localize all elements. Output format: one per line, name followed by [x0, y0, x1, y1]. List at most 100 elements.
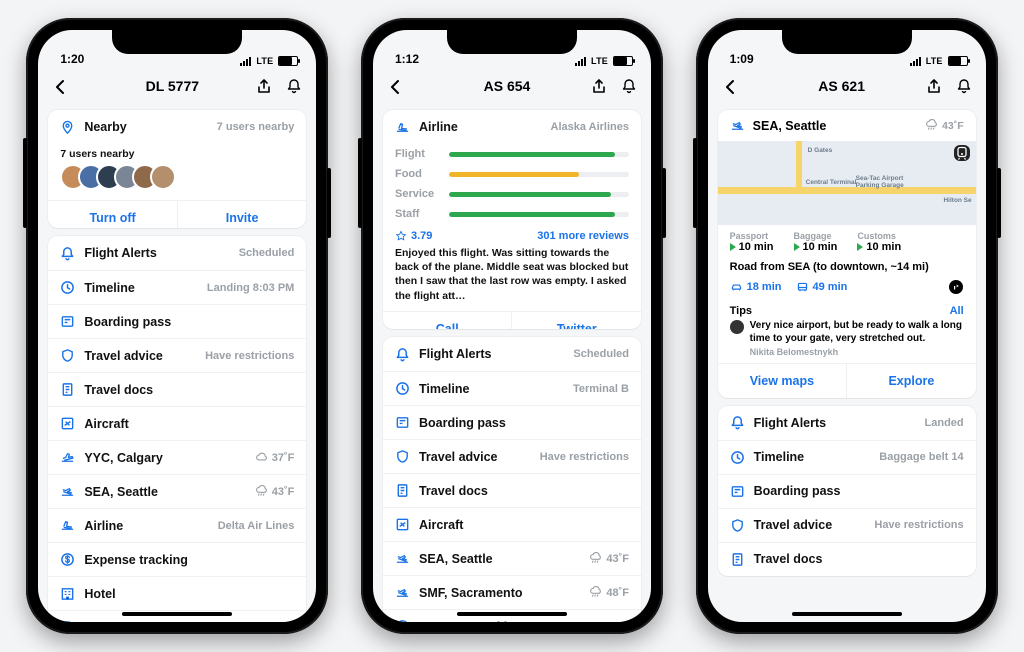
rating-bar	[449, 212, 629, 217]
transit-time[interactable]: 49 min	[796, 279, 848, 295]
list-item[interactable]: Travel docs	[383, 473, 641, 507]
list-item-label: Travel docs	[754, 552, 823, 566]
list-item[interactable]: Travel advice Have restrictions	[718, 508, 976, 542]
list-item-value: Scheduled	[239, 247, 295, 259]
notifications-icon[interactable]	[956, 78, 972, 94]
list-item[interactable]: Boarding pass	[383, 405, 641, 439]
nav-bar: AS 654	[373, 68, 651, 104]
notch	[447, 30, 577, 54]
list-item-value: Baggage belt 14	[879, 451, 963, 463]
notifications-icon[interactable]	[621, 78, 637, 94]
clock-time: 1:20	[60, 52, 84, 66]
airline-icon	[60, 518, 75, 533]
dollar-icon	[60, 552, 75, 567]
list-item[interactable]: Travel docs	[48, 372, 306, 406]
wait-step: Passport 10 min	[730, 231, 774, 253]
list-item[interactable]: Aircraft	[48, 406, 306, 440]
arrive-icon	[60, 484, 75, 499]
list-item[interactable]: Travel docs	[718, 542, 976, 576]
airline-label: Airline	[419, 120, 458, 134]
battery-icon	[613, 56, 633, 66]
list-item[interactable]: YYC, Calgary 37˚F	[48, 440, 306, 474]
bell-icon	[395, 347, 410, 362]
battery-icon	[278, 56, 298, 66]
bell-icon	[730, 415, 745, 430]
share-icon[interactable]	[256, 78, 272, 94]
list-item[interactable]: Boarding pass	[48, 304, 306, 338]
home-indicator[interactable]	[122, 612, 232, 616]
notifications-icon[interactable]	[286, 78, 302, 94]
wait-step: Customs 10 min	[857, 231, 901, 253]
back-icon[interactable]	[722, 78, 738, 94]
list-item-label: Flight Alerts	[754, 416, 826, 430]
rating-score: 3.79	[395, 230, 432, 242]
list-item-value: Scheduled	[573, 348, 629, 360]
airport-map[interactable]: D Gates Central Terminal Sea-Tac Airport…	[718, 141, 976, 225]
content-scroll[interactable]: Airline Alaska Airlines Flight Food Serv…	[373, 104, 651, 622]
view-maps-button[interactable]: View maps	[718, 364, 847, 398]
airline-name: Alaska Airlines	[551, 121, 629, 133]
list-item[interactable]: SEA, Seattle 43˚F	[48, 474, 306, 508]
hotel-icon	[60, 586, 75, 601]
list-item-label: Travel docs	[419, 484, 488, 498]
tips-all-link[interactable]: All	[950, 305, 964, 317]
call-button[interactable]: Call	[383, 312, 512, 330]
nearby-label: Nearby	[84, 120, 126, 134]
nearby-avatars[interactable]	[48, 160, 306, 200]
list-item[interactable]: Aircraft	[383, 507, 641, 541]
rain-icon	[255, 485, 268, 498]
list-item-label: Timeline	[419, 382, 469, 396]
drive-time[interactable]: 18 min	[730, 279, 782, 295]
rating-row: Staff	[383, 204, 641, 224]
list-item-label: Baggage	[84, 621, 137, 622]
content-scroll[interactable]: Nearby 7 users nearby 7 users nearby Tur…	[38, 104, 316, 622]
list-item-label: Boarding pass	[754, 484, 841, 498]
list-item[interactable]: SEA, Seattle 43˚F	[383, 541, 641, 575]
list-item[interactable]: SMF, Sacramento 48˚F	[383, 575, 641, 609]
list-item-value: 43˚F	[255, 485, 295, 498]
rating-bar	[449, 192, 629, 197]
airline-card: Airline Alaska Airlines Flight Food Serv…	[383, 110, 641, 329]
shield-icon	[395, 449, 410, 464]
notch	[782, 30, 912, 54]
list-item-label: Flight Alerts	[84, 246, 156, 260]
list-item-label: Timeline	[84, 281, 134, 295]
list-item[interactable]: Flight Alerts Landed	[718, 406, 976, 440]
list-item-label: Boarding pass	[84, 315, 171, 329]
list-item[interactable]: Boarding pass	[718, 474, 976, 508]
back-icon[interactable]	[387, 78, 403, 94]
rating-row: Food	[383, 164, 641, 184]
cloud-icon	[255, 451, 268, 464]
list-item-label: Expense tracking	[84, 553, 188, 567]
list-item[interactable]: Timeline Landing 8:03 PM	[48, 270, 306, 304]
twitter-button[interactable]: Twitter	[511, 312, 641, 330]
list-item[interactable]: Expense tracking	[48, 542, 306, 576]
share-icon[interactable]	[591, 78, 607, 94]
list-item[interactable]: Flight Alerts Scheduled	[383, 337, 641, 371]
directions-icon[interactable]	[948, 279, 964, 295]
back-icon[interactable]	[52, 78, 68, 94]
list-item-value: Landed	[925, 417, 964, 429]
list-item-label: YYC, Calgary	[84, 451, 163, 465]
notch	[112, 30, 242, 54]
list-item[interactable]: Travel advice Have restrictions	[383, 439, 641, 473]
airline-icon	[395, 120, 410, 135]
home-indicator[interactable]	[457, 612, 567, 616]
home-indicator[interactable]	[792, 612, 902, 616]
list-item[interactable]: Timeline Terminal B	[383, 371, 641, 405]
airport-weather: 43˚F	[925, 119, 964, 132]
list-item[interactable]: Airline Delta Air Lines	[48, 508, 306, 542]
list-item[interactable]: Travel advice Have restrictions	[48, 338, 306, 372]
invite-button[interactable]: Invite	[177, 201, 307, 228]
list-item[interactable]: Hotel	[48, 576, 306, 610]
share-icon[interactable]	[926, 78, 942, 94]
turn-off-button[interactable]: Turn off	[48, 201, 177, 228]
more-reviews-link[interactable]: 301 more reviews	[537, 230, 629, 242]
bell-icon	[60, 246, 75, 261]
list-item[interactable]: Flight Alerts Scheduled	[48, 236, 306, 270]
explore-button[interactable]: Explore	[846, 364, 976, 398]
content-scroll[interactable]: SEA, Seattle 43˚F D Gates Central Termin…	[708, 104, 986, 622]
list-item[interactable]: Timeline Baggage belt 14	[718, 440, 976, 474]
bag-icon	[60, 620, 75, 622]
pin-icon	[60, 120, 75, 135]
